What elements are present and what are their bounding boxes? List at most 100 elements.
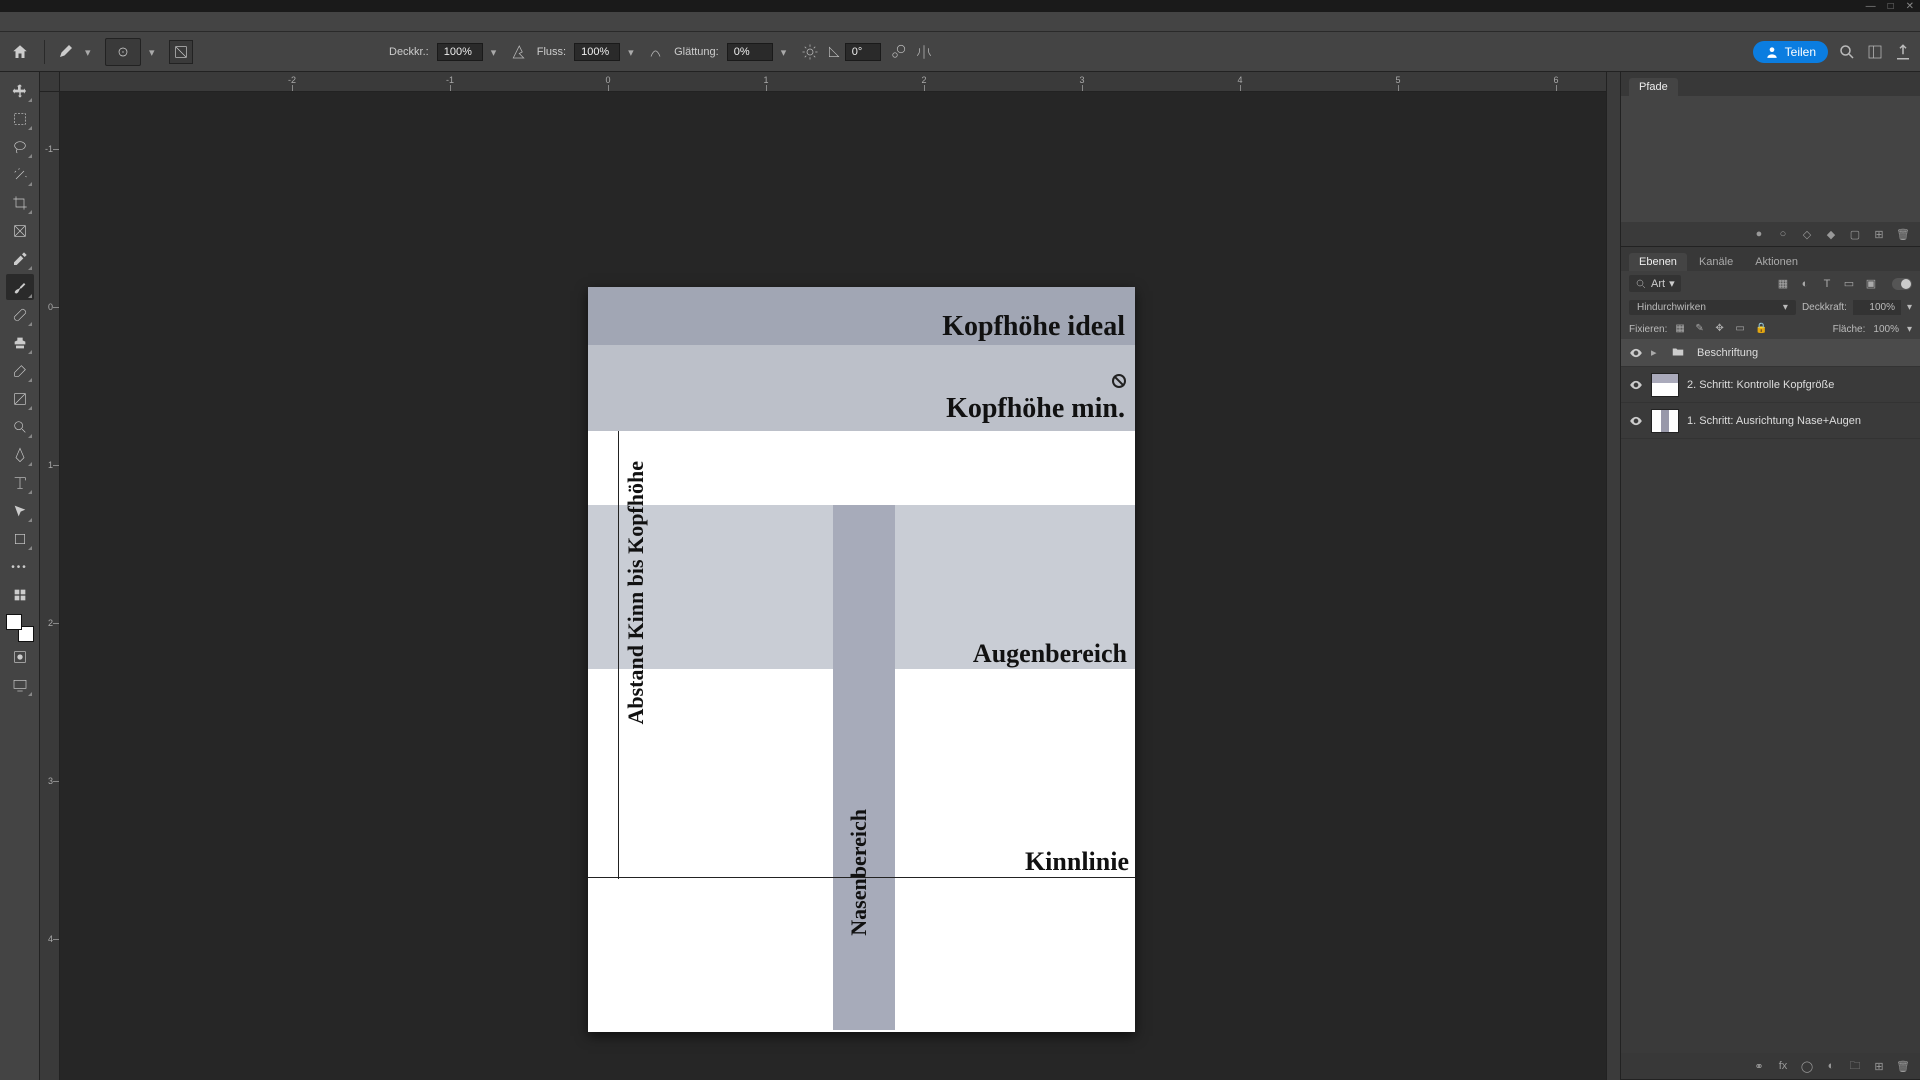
panel-dock-strip[interactable] bbox=[1606, 72, 1620, 1080]
pen-tool[interactable] bbox=[6, 442, 34, 468]
layer-row[interactable]: 2. Schritt: Kontrolle Kopfgröße bbox=[1621, 367, 1920, 403]
mask-path-icon[interactable]: ▢ bbox=[1848, 227, 1862, 241]
path-from-selection-icon[interactable]: ◆ bbox=[1824, 227, 1838, 241]
delete-path-icon[interactable]: 🗑 bbox=[1896, 227, 1910, 241]
airbrush-icon[interactable] bbox=[648, 43, 666, 61]
smoothing-dropdown-icon[interactable]: ▾ bbox=[781, 46, 793, 58]
filter-type-dropdown[interactable]: Art ▾ bbox=[1629, 275, 1681, 292]
color-swatches[interactable] bbox=[6, 614, 34, 642]
layer-name[interactable]: 2. Schritt: Kontrolle Kopfgröße bbox=[1687, 379, 1834, 391]
paths-list[interactable] bbox=[1621, 96, 1920, 222]
visibility-icon[interactable] bbox=[1629, 346, 1643, 360]
tool-preset-dropdown-icon[interactable]: ▾ bbox=[85, 46, 97, 58]
lock-transparency-icon[interactable]: ▦ bbox=[1675, 323, 1687, 335]
menu-bar[interactable] bbox=[0, 12, 1920, 32]
chevron-down-icon[interactable]: ▾ bbox=[1907, 302, 1912, 313]
opacity-field[interactable] bbox=[437, 43, 483, 61]
fill-field[interactable]: 100% bbox=[1873, 324, 1899, 335]
symmetry-icon[interactable] bbox=[915, 43, 933, 61]
move-tool[interactable] bbox=[6, 78, 34, 104]
visibility-icon[interactable] bbox=[1629, 378, 1643, 392]
layer-fx-icon[interactable]: fx bbox=[1776, 1059, 1790, 1073]
arrange-icon[interactable] bbox=[1866, 43, 1884, 61]
layers-tab[interactable]: Ebenen bbox=[1629, 253, 1687, 271]
type-tool[interactable] bbox=[6, 470, 34, 496]
group-layers-icon[interactable]: 🗀 bbox=[1848, 1059, 1862, 1073]
new-path-icon[interactable]: ⊞ bbox=[1872, 227, 1886, 241]
angle-field[interactable] bbox=[845, 43, 881, 61]
screenmode-tool[interactable] bbox=[6, 672, 34, 698]
filter-smart-icon[interactable]: ▣ bbox=[1864, 277, 1878, 291]
channels-tab[interactable]: Kanäle bbox=[1689, 253, 1743, 271]
layer-name[interactable]: 1. Schritt: Ausrichtung Nase+Augen bbox=[1687, 415, 1861, 427]
chevron-down-icon[interactable]: ▾ bbox=[1907, 324, 1912, 335]
path-select-tool[interactable] bbox=[6, 498, 34, 524]
close-button[interactable]: ✕ bbox=[1906, 1, 1914, 12]
filter-adjust-icon[interactable]: ◐ bbox=[1798, 277, 1812, 291]
link-layers-icon[interactable]: ⚭ bbox=[1752, 1059, 1766, 1073]
filter-pixel-icon[interactable]: ▦ bbox=[1776, 277, 1790, 291]
eraser-tool[interactable] bbox=[6, 358, 34, 384]
visibility-icon[interactable] bbox=[1629, 414, 1643, 428]
layer-opacity-field[interactable]: 100% bbox=[1853, 300, 1901, 315]
share-button[interactable]: Teilen bbox=[1753, 41, 1828, 63]
more-tools[interactable]: ••• bbox=[6, 554, 34, 580]
delete-layer-icon[interactable]: 🗑 bbox=[1896, 1059, 1910, 1073]
filter-type-icon[interactable]: T bbox=[1820, 277, 1834, 291]
export-icon[interactable] bbox=[1894, 43, 1912, 61]
smoothing-field[interactable] bbox=[727, 43, 773, 61]
document-canvas[interactable]: Kopfhöhe ideal Kopfhöhe min. Augenbereic… bbox=[588, 287, 1135, 1032]
shape-tool[interactable] bbox=[6, 526, 34, 552]
opacity-dropdown-icon[interactable]: ▾ bbox=[491, 46, 503, 58]
maximize-button[interactable]: □ bbox=[1888, 1, 1894, 12]
smoothing-options-icon[interactable] bbox=[801, 43, 819, 61]
layer-thumbnail[interactable] bbox=[1651, 409, 1679, 433]
layer-row[interactable]: ▸Beschriftung bbox=[1621, 339, 1920, 367]
brush-picker-dropdown-icon[interactable]: ▾ bbox=[149, 46, 161, 58]
edit-toolbar[interactable] bbox=[6, 582, 34, 608]
filter-toggle[interactable] bbox=[1892, 278, 1912, 290]
marquee-tool[interactable] bbox=[6, 106, 34, 132]
clone-stamp-tool[interactable] bbox=[6, 330, 34, 356]
selection-path-icon[interactable]: ◇ bbox=[1800, 227, 1814, 241]
lasso-tool[interactable] bbox=[6, 134, 34, 160]
gradient-tool[interactable] bbox=[6, 386, 34, 412]
lock-pixels-icon[interactable]: ✎ bbox=[1695, 323, 1707, 335]
brush-tool[interactable] bbox=[6, 274, 34, 300]
layer-mask-icon[interactable]: ◯ bbox=[1800, 1059, 1814, 1073]
quickmask-tool[interactable] bbox=[6, 644, 34, 670]
minimize-button[interactable]: — bbox=[1866, 1, 1876, 12]
adjustment-layer-icon[interactable]: ◐ bbox=[1824, 1059, 1838, 1073]
flow-field[interactable] bbox=[574, 43, 620, 61]
new-layer-icon[interactable]: ⊞ bbox=[1872, 1059, 1886, 1073]
lock-position-icon[interactable]: ✥ bbox=[1715, 323, 1727, 335]
brush-panel-toggle[interactable] bbox=[169, 40, 193, 64]
crop-tool[interactable] bbox=[6, 190, 34, 216]
fill-path-icon[interactable]: ● bbox=[1752, 227, 1766, 241]
layer-row[interactable]: 1. Schritt: Ausrichtung Nase+Augen bbox=[1621, 403, 1920, 439]
ruler-vertical[interactable]: -1012345 bbox=[40, 92, 60, 1080]
home-button[interactable] bbox=[8, 40, 32, 64]
filter-shape-icon[interactable]: ▭ bbox=[1842, 277, 1856, 291]
ruler-origin[interactable] bbox=[40, 72, 60, 92]
stroke-path-icon[interactable]: ○ bbox=[1776, 227, 1790, 241]
eyedropper-tool[interactable] bbox=[6, 246, 34, 272]
lock-artboard-icon[interactable]: ▭ bbox=[1735, 323, 1747, 335]
layer-thumbnail[interactable] bbox=[1651, 373, 1679, 397]
pressure-opacity-icon[interactable] bbox=[511, 43, 529, 61]
expand-arrow-icon[interactable]: ▸ bbox=[1651, 346, 1661, 359]
tool-preset-icon[interactable] bbox=[57, 42, 77, 62]
pressure-size-icon[interactable] bbox=[889, 43, 907, 61]
flow-dropdown-icon[interactable]: ▾ bbox=[628, 46, 640, 58]
canvas-area[interactable]: -2-101234567 -1012345 Kopfhöhe ideal Kop… bbox=[40, 72, 1606, 1080]
search-icon[interactable] bbox=[1838, 43, 1856, 61]
brush-angle[interactable] bbox=[827, 43, 881, 61]
magic-wand-tool[interactable] bbox=[6, 162, 34, 188]
healing-tool[interactable] bbox=[6, 302, 34, 328]
paths-tab[interactable]: Pfade bbox=[1629, 78, 1678, 96]
brush-picker[interactable] bbox=[105, 38, 141, 66]
lock-all-icon[interactable]: 🔒 bbox=[1755, 323, 1767, 335]
frame-tool[interactable] bbox=[6, 218, 34, 244]
actions-tab[interactable]: Aktionen bbox=[1745, 253, 1808, 271]
dodge-tool[interactable] bbox=[6, 414, 34, 440]
